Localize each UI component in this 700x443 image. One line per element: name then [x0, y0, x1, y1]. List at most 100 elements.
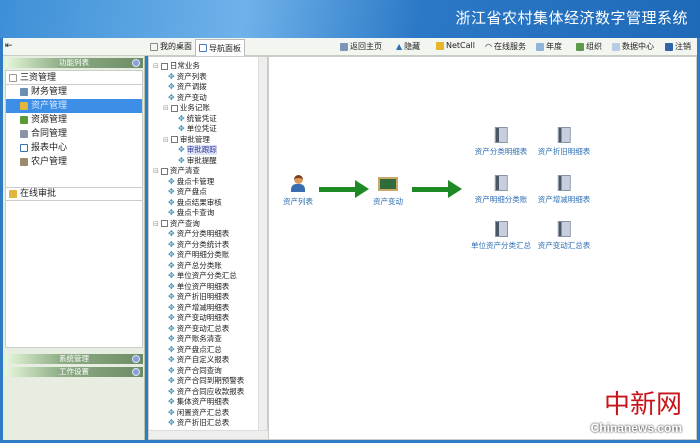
group-system[interactable]: 系统管理	[5, 354, 143, 364]
flow-arrow-icon	[319, 180, 369, 198]
online-service-button[interactable]: ◠ 在线服务	[485, 41, 526, 52]
collapse-icon[interactable]: ⊟	[163, 135, 169, 145]
tree-item[interactable]: ✥ 资产变动明细表	[168, 313, 229, 323]
tree-item[interactable]: ✥ 资产分类统计表	[168, 240, 229, 250]
tab-nav-panel[interactable]: 导航面板	[195, 39, 245, 56]
tree-item[interactable]: ✥ 资产自定义报表	[168, 355, 229, 365]
tree-item[interactable]: ✥ 资产合同查询	[168, 366, 222, 376]
year-icon	[536, 42, 544, 51]
report-link[interactable]: 资产折旧明细表	[538, 127, 590, 157]
tree-item[interactable]: ✥ 资产变动	[168, 93, 207, 103]
label: 资产清查	[169, 166, 200, 175]
menu-reports[interactable]: 报表中心	[6, 141, 142, 155]
tree-item[interactable]: ✥ 闲置资产汇总表	[168, 408, 229, 418]
group-function-list[interactable]: 功能列表	[5, 58, 143, 68]
tree-item[interactable]: ✥ 统管凭证	[178, 114, 217, 124]
tree-folder[interactable]: ⊟ 资产查询	[153, 219, 200, 229]
flow-asset-change[interactable]: 资产变动	[373, 177, 403, 207]
report-link[interactable]: 资产分类明细表	[475, 127, 527, 157]
tree-item[interactable]: ✥ 盘点结果审核	[168, 198, 222, 208]
collapse-icon[interactable]: ⊟	[153, 219, 159, 229]
tree-item[interactable]: ✥ 资产增减明细表	[168, 303, 229, 313]
tree-item[interactable]: ✥ 资产总分类账	[168, 261, 222, 271]
label: 闲置资产汇总表	[176, 407, 230, 417]
tree-item[interactable]: ✥ 审批跟踪	[178, 145, 217, 155]
menu-sanzi[interactable]: 三资管理	[6, 71, 142, 85]
menu-contract[interactable]: 合同管理	[6, 127, 142, 141]
tree-item[interactable]: ✥ 单位资产分类汇总	[168, 271, 237, 281]
label: 资产管理	[31, 101, 68, 111]
label: 资产分类明细表	[176, 229, 230, 238]
horizontal-scrollbar[interactable]	[149, 430, 268, 439]
collapse-icon[interactable]: ⊟	[163, 103, 169, 113]
menu-asset[interactable]: 资产管理	[6, 99, 142, 113]
asset-icon	[20, 102, 28, 110]
tree-item[interactable]: ✥ 资产明细分类账	[168, 250, 229, 260]
tree-folder[interactable]: ⊟ 日常业务	[153, 61, 200, 71]
tree-item[interactable]: ✥ 资产合同应收款报表	[168, 387, 244, 397]
menu-farmer[interactable]: 农户管理	[6, 155, 142, 169]
report-link[interactable]: 资产增减明细表	[537, 175, 591, 205]
label: 业务记账	[179, 103, 210, 112]
home-button[interactable]: 返回主页	[340, 41, 382, 52]
leaf-node-icon: ✥	[168, 386, 175, 396]
group-work-settings[interactable]: 工作设置	[5, 367, 143, 377]
watermark-cn: 中新网	[603, 390, 682, 420]
tree-item[interactable]: ✥ 资产变动汇总表	[168, 324, 229, 334]
watermark-en: Chinanews.com	[590, 421, 682, 435]
tree-item[interactable]: ✥ 资产调拨	[168, 82, 207, 92]
tree-folder[interactable]: ⊟ 资产清查	[153, 166, 200, 176]
tree-item[interactable]: ✥ 资产合同到期预警表	[168, 376, 244, 386]
expand-icon[interactable]	[132, 368, 140, 376]
tree-item[interactable]: ✥ 单位资产明细表	[168, 282, 229, 292]
tree-item[interactable]: ✥ 资产分类明细表	[168, 229, 229, 239]
pin-icon[interactable]: ⇤	[5, 41, 13, 51]
tree-item[interactable]: ✥ 资产列表	[168, 72, 207, 82]
main-panel: 资产列表 资产变动 资产分类明细表 资产折旧明细表资产明细分类账 资产增减明细表单位…	[268, 56, 697, 440]
tab-my-desktop[interactable]: 我的桌面	[150, 41, 192, 52]
tree-item[interactable]: ✥ 资产盘点汇总	[168, 345, 222, 355]
menu-resource[interactable]: 资源管理	[6, 113, 142, 127]
collapse-icon[interactable]	[132, 59, 140, 67]
vertical-scrollbar[interactable]	[258, 57, 267, 431]
report-link[interactable]: 资产明细分类账	[474, 175, 528, 205]
tree-item[interactable]: ✥ 审批提醒	[178, 156, 217, 166]
leaf-node-icon: ✥	[168, 302, 175, 312]
report-link[interactable]: 资产变动汇总表	[538, 221, 590, 251]
report-link[interactable]: 单位资产分类汇总	[471, 221, 531, 251]
label: 资产增减明细表	[537, 195, 591, 204]
tree-item[interactable]: ✥ 盘点卡管理	[168, 177, 214, 187]
label: 资产账务清查	[176, 334, 222, 343]
label: 统管凭证	[186, 113, 217, 123]
label: 资产调拨	[176, 82, 207, 91]
leaf-node-icon: ✥	[178, 113, 185, 123]
collapse-icon[interactable]: ⊟	[153, 61, 159, 71]
label: 工作设置	[59, 367, 89, 376]
flow-asset-list[interactable]: 资产列表	[283, 175, 313, 207]
label: 资产明细分类账	[474, 195, 528, 204]
label: 盘点卡管理	[176, 176, 215, 186]
leaf-node-icon: ✥	[168, 365, 175, 375]
menu-online-approval[interactable]: 在线审批	[6, 187, 142, 201]
data-center-button[interactable]: 数据中心	[612, 41, 654, 52]
tree-item[interactable]: ✥ 集体资产明细表	[168, 397, 229, 407]
tree-item[interactable]: ✥ 资产盘点	[168, 187, 207, 197]
tree-item[interactable]: ✥ 单位凭证	[178, 124, 217, 134]
menu-finance[interactable]: 财务管理	[6, 85, 142, 99]
label: 返回主页	[350, 42, 382, 51]
org-button[interactable]: 组织	[576, 41, 602, 52]
tree-item[interactable]: ✥ 资产账务清查	[168, 334, 222, 344]
tree-folder[interactable]: ⊟ 业务记账	[163, 103, 210, 113]
resource-icon	[20, 116, 28, 124]
tree-item[interactable]: ✥ 盘点卡查询	[168, 208, 214, 218]
tree-item[interactable]: ✥ 资产折旧明细表	[168, 292, 229, 302]
collapse-icon[interactable]: ⊟	[153, 166, 159, 176]
expand-icon[interactable]	[132, 355, 140, 363]
hide-button[interactable]: ▲ 隐藏	[396, 41, 420, 52]
tree-folder[interactable]: ⊟ 审批管理	[163, 135, 210, 145]
tree-item[interactable]: ✥ 资产折旧汇总表	[168, 418, 229, 428]
label: 资产变动汇总表	[176, 323, 230, 333]
logout-button[interactable]: 注销	[665, 41, 691, 52]
year-button[interactable]: 年度	[536, 41, 562, 52]
netcall-button[interactable]: NetCall	[436, 41, 475, 50]
